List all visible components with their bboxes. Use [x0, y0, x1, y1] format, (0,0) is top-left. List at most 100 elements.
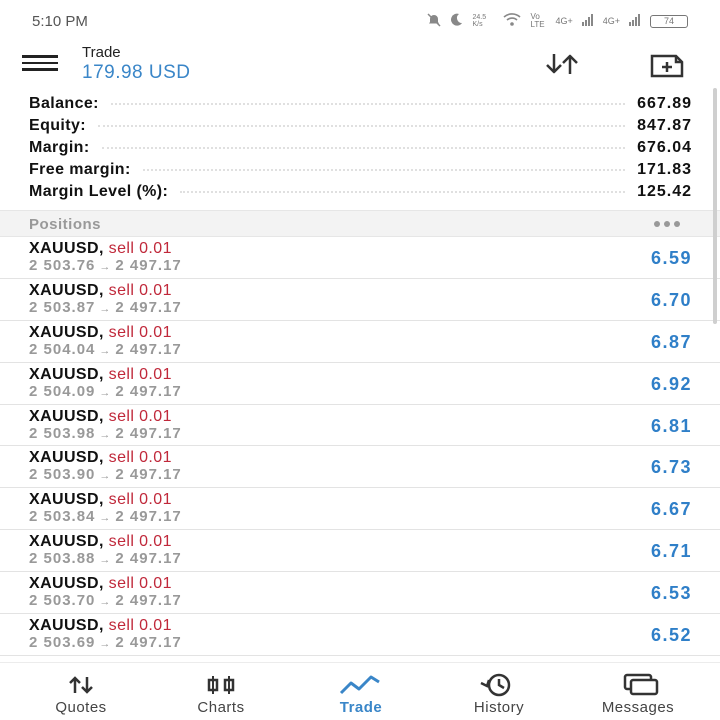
- open-price: 2 503.84: [29, 508, 96, 526]
- position-row[interactable]: XAUUSD, sell 0.01 2 503.84 → 2 497.17 6.67: [0, 488, 720, 531]
- position-profit: 6.70: [650, 289, 692, 310]
- dotted-leader: [110, 103, 626, 105]
- signal-icon: [581, 13, 594, 29]
- title-block: Trade 179.98 USD: [82, 44, 191, 84]
- position-profit: 6.67: [650, 499, 692, 520]
- nav-charts[interactable]: Charts: [162, 663, 280, 720]
- open-price: 2 504.09: [29, 382, 96, 400]
- nav-quotes[interactable]: Quotes: [0, 663, 162, 720]
- position-symbol: XAUUSD,: [29, 240, 104, 257]
- arrow-right-icon: →: [99, 261, 112, 273]
- summary-value: 171.83: [637, 161, 692, 178]
- position-side: sell 0.01: [108, 281, 172, 299]
- dotted-leader: [142, 169, 626, 171]
- net-speed: 24.5 K/s: [472, 14, 487, 28]
- current-price: 2 497.17: [115, 298, 182, 316]
- open-price: 2 504.04: [29, 340, 96, 358]
- dotted-leader: [180, 191, 626, 193]
- position-side: sell 0.01: [108, 407, 172, 425]
- position-row[interactable]: XAUUSD, sell 0.01 2 503.98 → 2 497.17 6.81: [0, 405, 720, 447]
- moon-icon: [450, 13, 463, 29]
- current-price: 2 497.17: [115, 466, 182, 484]
- current-price: 2 497.17: [115, 424, 182, 442]
- current-price: 2 497.17: [115, 508, 182, 526]
- position-side: sell 0.01: [108, 491, 172, 509]
- summary-label: Balance:: [29, 95, 99, 112]
- summary-label: Margin:: [29, 139, 90, 156]
- position-symbol: XAUUSD,: [29, 533, 104, 551]
- summary-row-equity: Equity: 847.87: [0, 115, 720, 137]
- nav-history[interactable]: History: [442, 663, 556, 720]
- summary-label: Free margin:: [29, 161, 131, 178]
- nav-label: History: [473, 699, 525, 716]
- open-price: 2 503.88: [29, 550, 96, 568]
- top-bar: Trade 179.98 USD: [0, 42, 720, 90]
- current-price: 2 497.17: [115, 382, 182, 400]
- position-row[interactable]: XAUUSD, sell 0.01 2 504.09 → 2 497.17 6.92: [0, 363, 720, 405]
- nav-label: Trade: [339, 699, 383, 716]
- position-side: sell 0.01: [108, 533, 172, 551]
- summary-row-margin-level: Margin Level (%): 125.42: [0, 181, 720, 203]
- sort-icon[interactable]: [540, 50, 584, 78]
- arrow-right-icon: →: [99, 302, 112, 315]
- more-options-icon[interactable]: [654, 217, 690, 231]
- position-side: sell 0.01: [108, 617, 172, 635]
- wifi-icon: [503, 13, 522, 29]
- position-row[interactable]: XAUUSD, sell 0.01 2 503.76 → 2 497.17 6.59: [0, 237, 720, 279]
- arrow-right-icon: →: [99, 596, 112, 609]
- position-profit: 6.52: [650, 625, 692, 646]
- quotes-icon: [0, 673, 162, 697]
- position-row[interactable]: XAUUSD, sell 0.01 2 503.90 → 2 497.17 6.73: [0, 446, 720, 489]
- position-profit: 6.59: [650, 248, 692, 268]
- position-symbol: XAUUSD,: [29, 491, 104, 509]
- position-row[interactable]: XAUUSD, sell 0.01 2 504.04 → 2 497.17 6.87: [0, 321, 720, 363]
- history-icon: [442, 673, 556, 697]
- charts-icon: [162, 673, 280, 697]
- open-price: 2 503.69: [29, 634, 96, 652]
- current-price: 2 497.17: [115, 634, 182, 652]
- position-row[interactable]: XAUUSD, sell 0.01 2 503.87 → 2 497.17 6.70: [0, 279, 720, 321]
- open-price: 2 503.87: [29, 298, 96, 316]
- open-price: 2 503.98: [29, 424, 96, 442]
- new-order-icon[interactable]: [648, 48, 688, 80]
- nav-label: Messages: [601, 699, 675, 716]
- current-price: 2 497.17: [115, 340, 182, 358]
- position-row[interactable]: XAUUSD, sell 0.01 2 503.88 → 2 497.17 6.71: [0, 530, 720, 573]
- signal-icon: [629, 13, 641, 29]
- arrow-right-icon: →: [99, 554, 112, 567]
- open-price: 2 503.70: [29, 592, 96, 610]
- summary-value: 667.89: [637, 95, 692, 112]
- position-symbol: XAUUSD,: [29, 323, 104, 341]
- mute-icon: [427, 12, 441, 30]
- nav-trade[interactable]: Trade: [280, 663, 442, 720]
- summary-value: 125.42: [637, 183, 692, 200]
- current-price: 2 497.17: [115, 550, 182, 568]
- nav-messages[interactable]: Messages: [556, 663, 720, 720]
- arrow-right-icon: →: [99, 470, 112, 483]
- position-profit: 6.53: [650, 583, 692, 604]
- summary-value: 847.87: [637, 117, 692, 134]
- position-profit: 6.87: [650, 331, 692, 352]
- position-side: sell 0.01: [108, 323, 172, 341]
- position-row[interactable]: XAUUSD, sell 0.01 2 503.69 → 2 497.17 6.52: [0, 614, 720, 656]
- arrow-right-icon: →: [99, 638, 112, 651]
- status-bar: 5:10 PM 24.5 K/s Vo LTE 4G+ 4G+ 74: [0, 0, 720, 42]
- position-symbol: XAUUSD,: [29, 575, 104, 593]
- summary-label: Margin Level (%):: [29, 183, 169, 200]
- open-price: 2 503.90: [29, 466, 96, 484]
- arrow-right-icon: →: [99, 512, 112, 525]
- positions-section-header: Positions: [0, 210, 720, 237]
- menu-icon[interactable]: [22, 55, 58, 75]
- position-symbol: XAUUSD,: [29, 281, 104, 299]
- sim1-signal: 4G+: [555, 16, 573, 26]
- position-side: sell 0.01: [108, 365, 172, 383]
- scrollbar[interactable]: [713, 88, 717, 324]
- position-symbol: XAUUSD,: [29, 617, 104, 635]
- position-side: sell 0.01: [108, 575, 172, 593]
- arrow-right-icon: →: [99, 344, 112, 357]
- arrow-right-icon: →: [99, 428, 112, 441]
- dotted-leader: [101, 147, 626, 149]
- position-row[interactable]: XAUUSD, sell 0.01 2 503.70 → 2 497.17 6.53: [0, 572, 720, 615]
- status-time: 5:10 PM: [32, 12, 88, 30]
- nav-label: Charts: [197, 699, 245, 716]
